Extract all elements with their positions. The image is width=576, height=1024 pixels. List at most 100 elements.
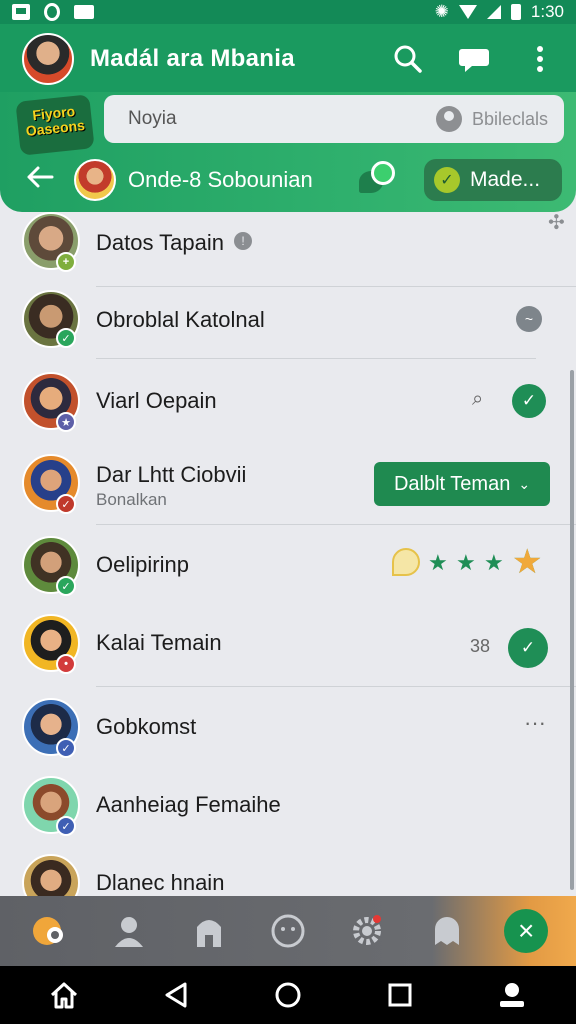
tab-contacts[interactable] xyxy=(106,908,152,954)
status-badge: • xyxy=(56,654,76,674)
message-icon[interactable]: ~ xyxy=(516,306,542,332)
chat-icon xyxy=(459,49,489,72)
brand-logo: Fiyoro Oaseons xyxy=(15,94,95,156)
star-icon: ★ xyxy=(484,550,504,575)
home-icon xyxy=(50,982,78,1009)
overview-button[interactable] xyxy=(264,971,312,1019)
circle-nav-icon xyxy=(275,982,301,1008)
check-icon: ✓ xyxy=(434,167,460,193)
chat-name: Onde-8 Sobounian xyxy=(128,167,313,192)
tab-chats[interactable] xyxy=(265,908,311,954)
star-icon: ★ xyxy=(428,550,448,575)
contact-name: Dlanec hnain xyxy=(96,870,225,895)
list-item[interactable]: • Kalai Temain 38 ✓ xyxy=(0,604,576,682)
home-button[interactable] xyxy=(40,971,88,1019)
close-button[interactable]: × xyxy=(503,908,549,954)
mail-icon xyxy=(74,5,94,19)
check-icon[interactable]: ✓ xyxy=(508,628,548,668)
made-label: Made... xyxy=(470,168,541,191)
list-item[interactable]: + Datos Tapain ! ✣ xyxy=(0,212,576,280)
back-button[interactable] xyxy=(26,163,56,197)
smile-chat-icon xyxy=(271,914,305,948)
add-friend-label: Dalblt Teman xyxy=(393,472,511,495)
divider xyxy=(96,358,536,359)
contact-subtitle: Bonalkan xyxy=(96,490,167,509)
more-icon xyxy=(537,46,543,72)
status-bar: ✺ 1:30 xyxy=(0,0,576,24)
search-button[interactable] xyxy=(390,41,426,77)
tab-profile[interactable] xyxy=(424,908,470,954)
check-icon[interactable]: ✓ xyxy=(512,384,546,418)
person-icon xyxy=(435,106,462,132)
made-button[interactable]: ✓ Made... xyxy=(424,159,562,201)
search-placeholder: Noyia xyxy=(128,108,177,129)
close-icon: × xyxy=(504,909,549,953)
status-time: 1:30 xyxy=(530,2,564,21)
battery-icon xyxy=(510,4,521,20)
back-nav-button[interactable] xyxy=(152,971,200,1019)
chat-avatar[interactable] xyxy=(74,159,116,201)
more-button[interactable] xyxy=(522,41,558,77)
list-item[interactable]: ✓ Dar Lhtt Ciobvii Bonalkan Dalblt Teman… xyxy=(0,444,576,522)
tab-home[interactable] xyxy=(27,908,73,954)
back-icon xyxy=(27,166,54,188)
account-button[interactable] xyxy=(488,971,536,1019)
notification-icon xyxy=(44,3,60,21)
status-badge: ✓ xyxy=(56,816,76,836)
status-badge: + xyxy=(56,252,76,272)
active-chat-bar: Onde-8 Sobounian ✓ Made... xyxy=(0,150,576,210)
status-badge: ✓ xyxy=(56,328,76,348)
bottom-tab-bar: × xyxy=(0,896,576,966)
add-friend-button[interactable]: Dalblt Teman ⌄ xyxy=(374,462,550,506)
brand-tab-icon xyxy=(32,917,63,945)
status-badge: ✓ xyxy=(56,738,76,758)
chat-bubble-icon[interactable] xyxy=(358,161,397,199)
contact-avatar xyxy=(22,854,80,896)
more-icon[interactable]: ··· xyxy=(524,710,546,736)
divider xyxy=(96,524,576,525)
signal-icon xyxy=(486,5,501,19)
wifi-icon xyxy=(458,5,477,19)
app-title: Madál ara Mbania xyxy=(90,45,295,72)
bug-icon: ✺ xyxy=(434,2,449,21)
list-item[interactable]: ✓ Aanheiag Femaihe xyxy=(0,766,576,844)
status-badge: ★ xyxy=(56,412,76,432)
search-icon xyxy=(394,45,422,73)
list-item[interactable]: ★ Viarl Oepain ⌕ ✓ xyxy=(0,362,576,440)
notification-icon xyxy=(12,4,30,20)
list-item[interactable]: ✓ Gobkomst ··· xyxy=(0,688,576,766)
gear-icon xyxy=(353,915,382,945)
contact-name: Datos Tapain xyxy=(96,230,225,255)
contact-name: Dar Lhtt Ciobvii xyxy=(96,462,247,487)
info-icon: ! xyxy=(234,232,252,250)
status-badge: ✓ xyxy=(56,494,76,514)
scrollbar[interactable] xyxy=(570,370,574,890)
list-item[interactable]: Dlanec hnain xyxy=(0,844,576,896)
status-badge: ✓ xyxy=(56,576,76,596)
search-filter-label: Bbileclals xyxy=(471,108,548,129)
list-item[interactable]: ✓ Oelipirinp ★ ★ ★ ★ xyxy=(0,526,576,604)
chevron-down-icon: ⌄ xyxy=(518,475,531,492)
contact-name: Aanheiag Femaihe xyxy=(96,792,281,817)
contacts-icon xyxy=(115,917,144,947)
contact-name: Gobkomst xyxy=(96,714,197,739)
profile-avatar[interactable] xyxy=(22,33,74,85)
list-item[interactable]: ✓ Obroblal Katolnal ~ xyxy=(0,280,576,358)
contact-name: Obroblal Katolnal xyxy=(96,307,265,332)
contact-name: Oelipirinp xyxy=(96,552,189,577)
chat-button[interactable] xyxy=(456,41,492,77)
search-filter[interactable]: Bbileclals xyxy=(435,106,548,132)
search-input[interactable]: Noyia Bbileclals xyxy=(104,95,564,143)
divider xyxy=(96,686,576,687)
tab-store[interactable] xyxy=(186,908,232,954)
system-nav-bar xyxy=(0,966,576,1024)
person-icon xyxy=(500,983,524,1007)
tab-settings[interactable] xyxy=(344,908,390,954)
back-nav-icon xyxy=(165,982,187,1008)
recents-button[interactable] xyxy=(376,971,424,1019)
search-icon[interactable]: ⌕ xyxy=(472,388,483,411)
store-icon xyxy=(196,920,221,947)
sticker-icon xyxy=(392,548,420,576)
ghost-icon xyxy=(434,917,459,945)
recents-icon xyxy=(388,983,412,1007)
